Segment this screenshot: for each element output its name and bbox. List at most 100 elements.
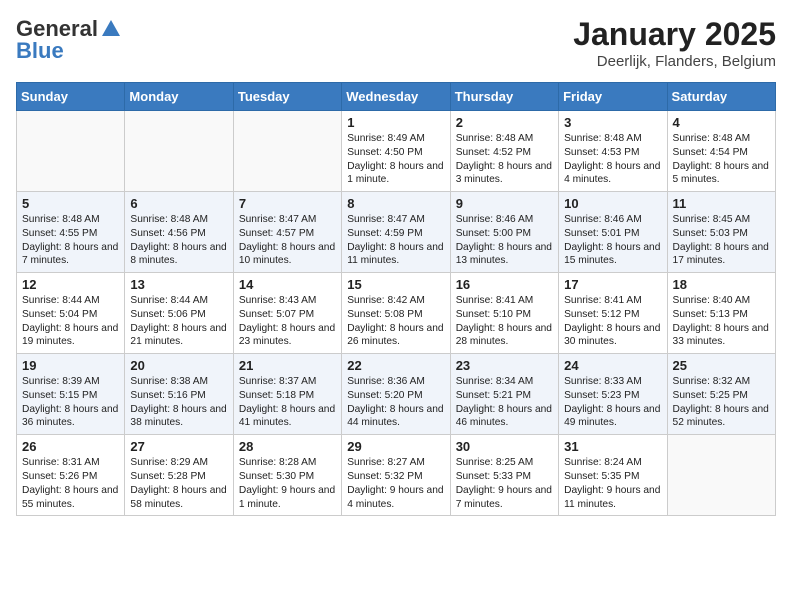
day-number: 10: [564, 196, 661, 211]
weekday-header-sunday: Sunday: [17, 83, 125, 111]
day-number: 11: [673, 196, 770, 211]
cell-content-line: Daylight: 8 hours and 28 minutes.: [456, 322, 553, 350]
cell-content-line: Sunset: 5:21 PM: [456, 389, 553, 403]
cell-content-line: Daylight: 8 hours and 10 minutes.: [239, 241, 336, 269]
cell-content-line: Sunrise: 8:37 AM: [239, 375, 336, 389]
cell-content-line: Sunset: 5:33 PM: [456, 470, 553, 484]
cell-content-line: Sunset: 5:30 PM: [239, 470, 336, 484]
weekday-header-tuesday: Tuesday: [233, 83, 341, 111]
logo: General Blue: [16, 16, 122, 64]
cell-content-line: Sunrise: 8:27 AM: [347, 456, 444, 470]
cell-content-line: Sunset: 4:55 PM: [22, 227, 119, 241]
day-number: 16: [456, 277, 553, 292]
cell-content-line: Daylight: 8 hours and 33 minutes.: [673, 322, 770, 350]
calendar-week-row: 26Sunrise: 8:31 AMSunset: 5:26 PMDayligh…: [17, 435, 776, 516]
cell-content-line: Sunrise: 8:45 AM: [673, 213, 770, 227]
cell-content-line: Sunrise: 8:43 AM: [239, 294, 336, 308]
day-number: 7: [239, 196, 336, 211]
calendar-cell: [233, 111, 341, 192]
cell-content-line: Sunset: 5:18 PM: [239, 389, 336, 403]
cell-content-line: Sunset: 5:25 PM: [673, 389, 770, 403]
calendar-cell: 14 Sunrise: 8:43 AMSunset: 5:07 PMDayligh…: [233, 273, 341, 354]
calendar-cell: 1Sunrise: 8:49 AMSunset: 4:50 PMDaylight…: [342, 111, 450, 192]
location-text: Deerlijk, Flanders, Belgium: [573, 53, 776, 70]
cell-content-line: Daylight: 8 hours and 7 minutes.: [22, 241, 119, 269]
calendar-cell: 6Sunrise: 8:48 AMSunset: 4:56 PMDaylight…: [125, 192, 233, 273]
day-number: 25: [673, 358, 770, 373]
day-number: 29: [347, 439, 444, 454]
calendar-week-row: 19Sunrise: 8:39 AMSunset: 5:15 PMDayligh…: [17, 354, 776, 435]
cell-content-line: Daylight: 8 hours and 19 minutes.: [22, 322, 119, 350]
cell-content-line: Daylight: 8 hours and 36 minutes.: [22, 403, 119, 431]
day-number: 2: [456, 115, 553, 130]
cell-content-line: Sunrise: 8:47 AM: [347, 213, 444, 227]
calendar-cell: 17Sunrise: 8:41 AMSunset: 5:12 PMDayligh…: [559, 273, 667, 354]
calendar-cell: 10Sunrise: 8:46 AMSunset: 5:01 PMDayligh…: [559, 192, 667, 273]
calendar-cell: 15Sunrise: 8:42 AMSunset: 5:08 PMDayligh…: [342, 273, 450, 354]
calendar-cell: 2Sunrise: 8:48 AMSunset: 4:52 PMDaylight…: [450, 111, 558, 192]
cell-content-line: Sunset: 5:07 PM: [239, 308, 336, 322]
day-number: 20: [130, 358, 227, 373]
calendar-cell: 12Sunrise: 8:44 AMSunset: 5:04 PMDayligh…: [17, 273, 125, 354]
cell-content-line: Sunrise: 8:44 AM: [130, 294, 227, 308]
cell-content-line: Sunset: 4:54 PM: [673, 146, 770, 160]
cell-content-line: Daylight: 8 hours and 11 minutes.: [347, 241, 444, 269]
calendar-cell: 28Sunrise: 8:28 AMSunset: 5:30 PMDayligh…: [233, 435, 341, 516]
calendar-cell: 21Sunrise: 8:37 AMSunset: 5:18 PMDayligh…: [233, 354, 341, 435]
weekday-header-wednesday: Wednesday: [342, 83, 450, 111]
cell-content-line: Sunrise: 8:48 AM: [130, 213, 227, 227]
cell-content-line: Sunrise: 8:40 AM: [673, 294, 770, 308]
cell-content-line: Daylight: 9 hours and 4 minutes.: [347, 484, 444, 512]
cell-content-line: Daylight: 8 hours and 49 minutes.: [564, 403, 661, 431]
day-number: 22: [347, 358, 444, 373]
cell-content-line: Sunrise: 8:24 AM: [564, 456, 661, 470]
cell-content-line: Sunset: 5:00 PM: [456, 227, 553, 241]
calendar-week-row: 1Sunrise: 8:49 AMSunset: 4:50 PMDaylight…: [17, 111, 776, 192]
calendar-cell: 29Sunrise: 8:27 AMSunset: 5:32 PMDayligh…: [342, 435, 450, 516]
cell-content-line: Sunset: 5:04 PM: [22, 308, 119, 322]
cell-content-line: Daylight: 8 hours and 26 minutes.: [347, 322, 444, 350]
cell-content-line: Sunrise: 8:36 AM: [347, 375, 444, 389]
calendar-cell: 24Sunrise: 8:33 AMSunset: 5:23 PMDayligh…: [559, 354, 667, 435]
cell-content-line: Sunrise: 8:48 AM: [22, 213, 119, 227]
calendar-cell: 30Sunrise: 8:25 AMSunset: 5:33 PMDayligh…: [450, 435, 558, 516]
calendar-cell: 20Sunrise: 8:38 AMSunset: 5:16 PMDayligh…: [125, 354, 233, 435]
cell-content-line: Sunset: 4:59 PM: [347, 227, 444, 241]
cell-content-line: Daylight: 8 hours and 4 minutes.: [564, 160, 661, 188]
day-number: 14: [239, 277, 336, 292]
day-number: 26: [22, 439, 119, 454]
cell-content-line: Daylight: 8 hours and 41 minutes.: [239, 403, 336, 431]
cell-content-line: Sunset: 5:06 PM: [130, 308, 227, 322]
cell-content-line: Sunrise: 8:46 AM: [456, 213, 553, 227]
logo-icon: [100, 18, 122, 40]
calendar-cell: 9Sunrise: 8:46 AMSunset: 5:00 PMDaylight…: [450, 192, 558, 273]
day-number: 18: [673, 277, 770, 292]
cell-content-line: Sunset: 5:12 PM: [564, 308, 661, 322]
cell-content-line: Daylight: 8 hours and 23 minutes.: [239, 322, 336, 350]
cell-content-line: Sunset: 5:28 PM: [130, 470, 227, 484]
day-number: 8: [347, 196, 444, 211]
cell-content-line: Sunset: 5:35 PM: [564, 470, 661, 484]
cell-content-line: Sunrise: 8:48 AM: [673, 132, 770, 146]
cell-content-line: Daylight: 9 hours and 11 minutes.: [564, 484, 661, 512]
cell-content-line: Daylight: 8 hours and 3 minutes.: [456, 160, 553, 188]
day-number: 24: [564, 358, 661, 373]
cell-content-line: Sunset: 5:16 PM: [130, 389, 227, 403]
day-number: 13: [130, 277, 227, 292]
calendar-cell: 18Sunrise: 8:40 AMSunset: 5:13 PMDayligh…: [667, 273, 775, 354]
calendar-cell: 3Sunrise: 8:48 AMSunset: 4:53 PMDaylight…: [559, 111, 667, 192]
cell-content-line: Sunset: 5:08 PM: [347, 308, 444, 322]
cell-content-line: Sunset: 5:03 PM: [673, 227, 770, 241]
cell-content-line: Sunset: 5:23 PM: [564, 389, 661, 403]
cell-content-line: Daylight: 8 hours and 46 minutes.: [456, 403, 553, 431]
weekday-header-saturday: Saturday: [667, 83, 775, 111]
cell-content-line: Sunset: 4:57 PM: [239, 227, 336, 241]
cell-content-line: Daylight: 8 hours and 17 minutes.: [673, 241, 770, 269]
calendar-cell: [667, 435, 775, 516]
calendar-cell: 4Sunrise: 8:48 AMSunset: 4:54 PMDaylight…: [667, 111, 775, 192]
logo-blue-text: Blue: [16, 38, 64, 64]
cell-content-line: Daylight: 8 hours and 13 minutes.: [456, 241, 553, 269]
day-number: 31: [564, 439, 661, 454]
calendar-cell: 11 Sunrise: 8:45 AMSunset: 5:03 PMDayligh…: [667, 192, 775, 273]
cell-content-line: Daylight: 8 hours and 5 minutes.: [673, 160, 770, 188]
